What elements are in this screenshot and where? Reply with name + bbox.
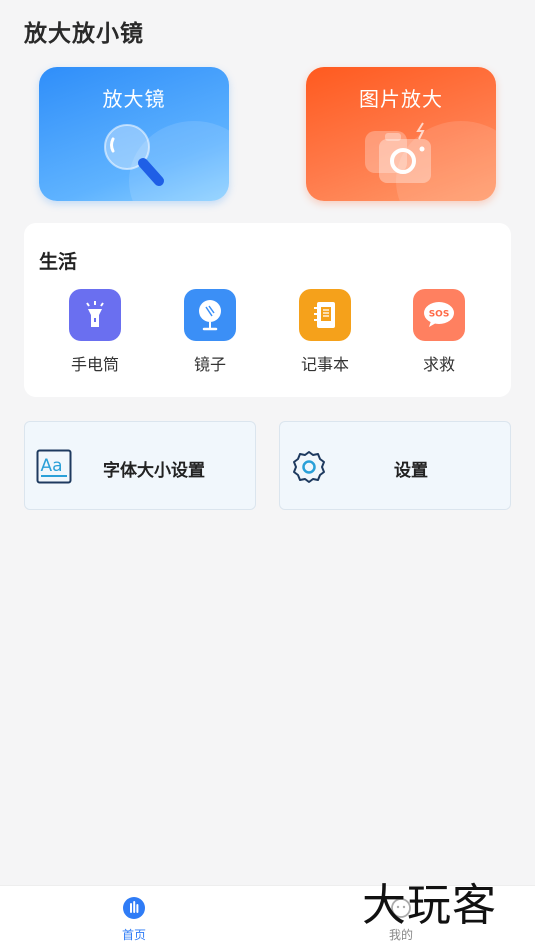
mirror-icon xyxy=(184,289,236,341)
font-size-icon-text: Aa xyxy=(41,456,63,476)
app-screen: 放大放小镜 放大镜 图片放大 生活 手电筒 镜子 记事本 SOS 求救 Aa 字… xyxy=(0,0,535,951)
page-title: 放大放小镜 xyxy=(24,21,144,47)
font-size-icon: Aa xyxy=(36,449,72,489)
tool-label: 记事本 xyxy=(300,355,349,374)
sos-icon: SOS xyxy=(413,289,465,341)
notebook-icon xyxy=(299,289,351,341)
font-size-settings-button[interactable]: Aa 字体大小设置 xyxy=(24,421,256,510)
tool-label: 手电筒 xyxy=(70,355,119,374)
section-title: 生活 xyxy=(39,251,78,273)
tool-label: 求救 xyxy=(422,355,455,374)
watermark: 大玩客 xyxy=(362,880,497,931)
nav-label-home: 首页 xyxy=(121,928,146,942)
nav-item-home[interactable]: 首页 xyxy=(104,896,164,943)
tool-notebook[interactable]: 记事本 xyxy=(285,289,365,375)
tool-label: 镜子 xyxy=(193,355,226,374)
magnifier-icon xyxy=(99,121,169,197)
settings-label: 设置 xyxy=(394,461,428,481)
tool-flashlight[interactable]: 手电筒 xyxy=(55,289,135,375)
life-section: 生活 手电筒 镜子 记事本 SOS 求救 xyxy=(24,223,511,397)
camera-icon xyxy=(361,121,441,195)
tool-mirror[interactable]: 镜子 xyxy=(170,289,250,375)
sos-badge: SOS xyxy=(429,310,450,320)
tool-sos[interactable]: SOS 求救 xyxy=(399,289,479,375)
settings-button[interactable]: 设置 xyxy=(279,421,511,510)
magnifier-card[interactable]: 放大镜 xyxy=(39,67,229,201)
gear-icon xyxy=(291,449,327,489)
magnifier-card-label: 放大镜 xyxy=(102,87,166,111)
image-zoom-card[interactable]: 图片放大 xyxy=(306,67,496,201)
font-size-settings-label: 字体大小设置 xyxy=(103,461,205,481)
flashlight-icon xyxy=(69,289,121,341)
home-icon xyxy=(104,896,164,924)
image-zoom-card-label: 图片放大 xyxy=(359,87,443,111)
